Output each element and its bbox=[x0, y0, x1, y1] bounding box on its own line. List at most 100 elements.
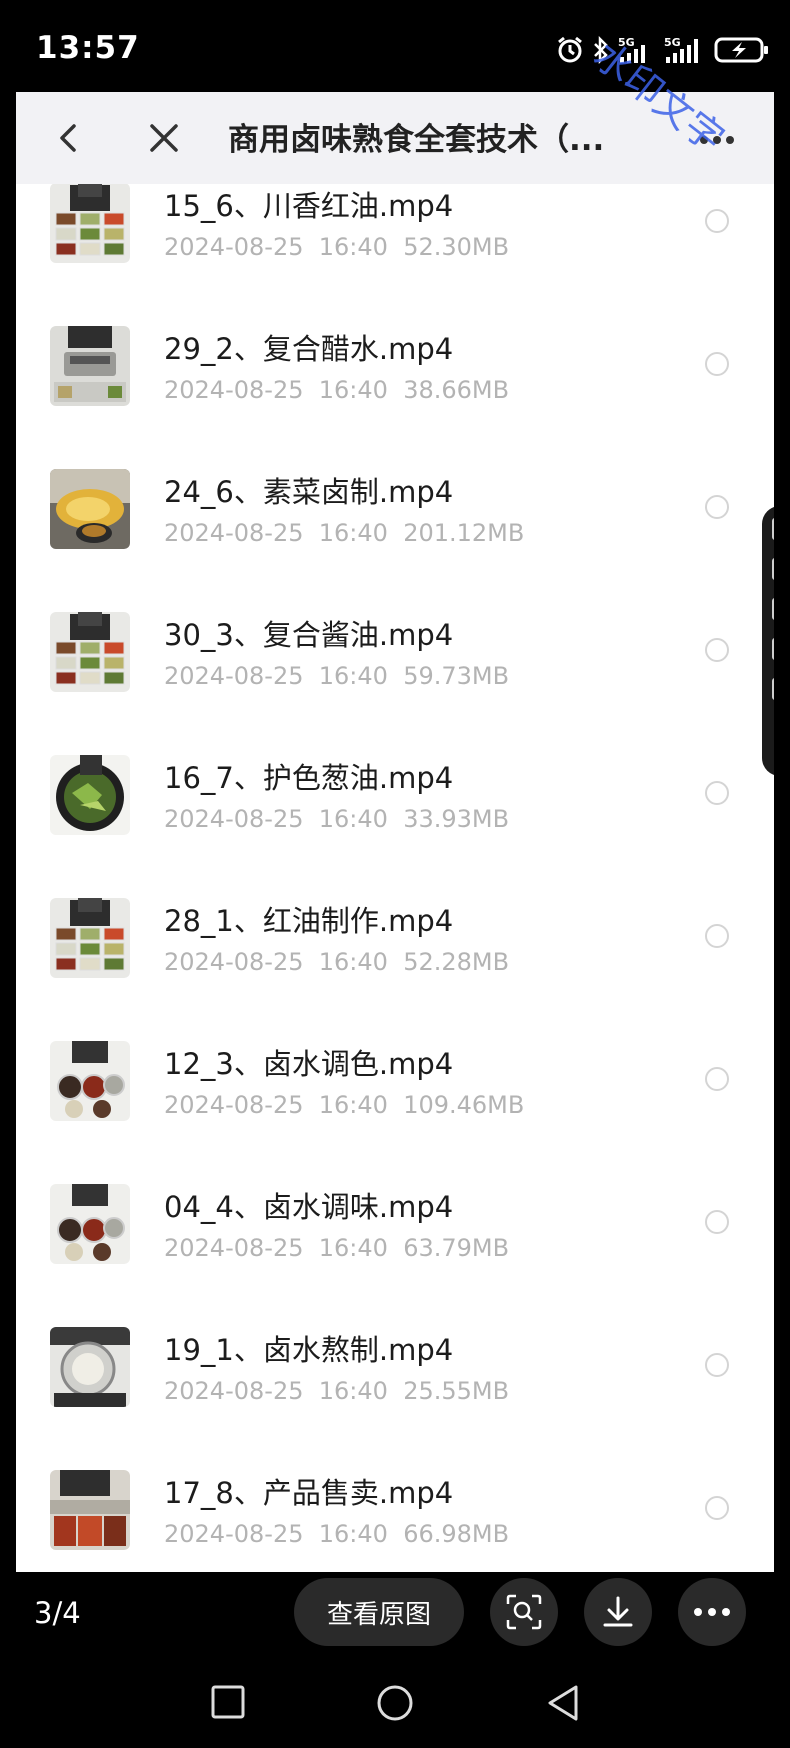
file-row[interactable]: 12_3、卤水调色.mp4 2024-08-25 16:40 109.46MB bbox=[16, 1027, 774, 1170]
select-radio[interactable] bbox=[705, 209, 729, 233]
file-meta: 2024-08-25 16:40 109.46MB bbox=[164, 1091, 524, 1119]
search-image-icon bbox=[506, 1594, 542, 1630]
file-row[interactable]: 19_1、卤水熬制.mp4 2024-08-25 16:40 25.55MB bbox=[16, 1313, 774, 1456]
file-meta: 2024-08-25 16:40 66.98MB bbox=[164, 1520, 509, 1548]
select-radio[interactable] bbox=[705, 495, 729, 519]
select-radio[interactable] bbox=[705, 1210, 729, 1234]
file-name: 19_1、卤水熬制.mp4 bbox=[164, 1333, 454, 1367]
file-meta: 2024-08-25 16:40 38.66MB bbox=[164, 376, 509, 404]
video-thumbnail bbox=[50, 469, 130, 549]
file-size: 33.93MB bbox=[403, 805, 510, 833]
file-meta: 2024-08-25 16:40 52.28MB bbox=[164, 948, 509, 976]
file-size: 59.73MB bbox=[403, 662, 510, 690]
video-thumbnail bbox=[50, 898, 130, 978]
file-name: 16_7、护色葱油.mp4 bbox=[164, 761, 454, 795]
select-radio[interactable] bbox=[705, 924, 729, 948]
file-row[interactable]: 30_3、复合酱油.mp4 2024-08-25 16:40 59.73MB bbox=[16, 598, 774, 741]
svg-text:5G: 5G bbox=[664, 36, 681, 49]
video-thumbnail bbox=[50, 612, 130, 692]
system-navigation-bar bbox=[0, 1662, 790, 1748]
download-button[interactable] bbox=[584, 1578, 652, 1646]
video-thumbnail bbox=[50, 184, 130, 263]
file-meta: 2024-08-25 16:40 201.12MB bbox=[164, 519, 524, 547]
view-original-button[interactable]: 查看原图 bbox=[294, 1578, 464, 1646]
select-radio[interactable] bbox=[705, 352, 729, 376]
battery-charging-icon bbox=[714, 37, 768, 63]
file-date: 2024-08-25 bbox=[164, 948, 304, 976]
file-row[interactable]: 28_1、红油制作.mp4 2024-08-25 16:40 52.28MB bbox=[16, 884, 774, 1027]
video-thumbnail bbox=[50, 326, 130, 406]
floating-side-panel[interactable] bbox=[762, 506, 774, 776]
home-circle-icon[interactable] bbox=[376, 1684, 414, 1722]
file-name: 17_8、产品售卖.mp4 bbox=[164, 1476, 454, 1510]
file-name: 29_2、复合醋水.mp4 bbox=[164, 332, 454, 366]
video-thumbnail bbox=[50, 1184, 130, 1264]
select-radio[interactable] bbox=[705, 781, 729, 805]
file-time: 16:40 bbox=[318, 948, 388, 976]
video-thumbnail bbox=[50, 755, 130, 835]
file-name: 04_4、卤水调味.mp4 bbox=[164, 1190, 454, 1224]
clock: 13:57 bbox=[36, 30, 140, 66]
video-thumbnail bbox=[50, 1327, 130, 1407]
file-name: 12_3、卤水调色.mp4 bbox=[164, 1047, 454, 1081]
image-counter: 3/4 bbox=[34, 1596, 81, 1630]
select-radio[interactable] bbox=[705, 1496, 729, 1520]
file-time: 16:40 bbox=[318, 1234, 388, 1262]
file-time: 16:40 bbox=[318, 662, 388, 690]
close-icon[interactable] bbox=[144, 118, 184, 158]
download-icon bbox=[603, 1596, 633, 1627]
file-time: 16:40 bbox=[318, 1091, 388, 1119]
file-size: 201.12MB bbox=[403, 519, 525, 547]
file-size: 66.98MB bbox=[403, 1520, 510, 1548]
file-date: 2024-08-25 bbox=[164, 805, 304, 833]
file-size: 38.66MB bbox=[403, 376, 510, 404]
select-radio[interactable] bbox=[705, 638, 729, 662]
side-panel-thumb bbox=[772, 678, 774, 700]
chevron-left-icon[interactable] bbox=[50, 118, 90, 158]
side-panel-thumb bbox=[772, 558, 774, 580]
file-row[interactable]: 15_6、川香红油.mp4 2024-08-25 16:40 52.30MB bbox=[16, 184, 774, 312]
file-time: 16:40 bbox=[318, 233, 388, 261]
file-meta: 2024-08-25 16:40 63.79MB bbox=[164, 1234, 509, 1262]
back-triangle-icon[interactable] bbox=[546, 1684, 580, 1722]
file-date: 2024-08-25 bbox=[164, 1234, 304, 1262]
file-row[interactable]: 24_6、素菜卤制.mp4 2024-08-25 16:40 201.12MB bbox=[16, 455, 774, 598]
file-time: 16:40 bbox=[318, 376, 388, 404]
file-time: 16:40 bbox=[318, 1520, 388, 1548]
alarm-icon bbox=[558, 36, 582, 63]
select-radio[interactable] bbox=[705, 1353, 729, 1377]
search-image-button[interactable] bbox=[490, 1578, 558, 1646]
file-size: 52.30MB bbox=[403, 233, 510, 261]
page-title: 商用卤味熟食全套技术（... bbox=[228, 122, 605, 158]
signal-5g-icon: 5G bbox=[664, 36, 698, 63]
file-size: 63.79MB bbox=[403, 1234, 510, 1262]
file-size: 25.55MB bbox=[403, 1377, 510, 1405]
file-list: 15_6、川香红油.mp4 2024-08-25 16:40 52.30MB 29_… bbox=[16, 184, 774, 1572]
screenshot-panel: 商用卤味熟食全套技术（... 15_6、川香红油.mp4 2024-08-25 1… bbox=[16, 92, 774, 1572]
file-meta: 2024-08-25 16:40 33.93MB bbox=[164, 805, 509, 833]
video-thumbnail bbox=[50, 1470, 130, 1550]
file-size: 52.28MB bbox=[403, 948, 510, 976]
side-panel-thumb bbox=[772, 518, 774, 540]
file-meta: 2024-08-25 16:40 52.30MB bbox=[164, 233, 509, 261]
file-date: 2024-08-25 bbox=[164, 1091, 304, 1119]
recents-square-icon[interactable] bbox=[210, 1684, 246, 1720]
file-date: 2024-08-25 bbox=[164, 233, 304, 261]
file-name: 28_1、红油制作.mp4 bbox=[164, 904, 454, 938]
file-row[interactable]: 04_4、卤水调味.mp4 2024-08-25 16:40 63.79MB bbox=[16, 1170, 774, 1313]
select-radio[interactable] bbox=[705, 1067, 729, 1091]
file-name: 30_3、复合酱油.mp4 bbox=[164, 618, 454, 652]
file-time: 16:40 bbox=[318, 1377, 388, 1405]
file-meta: 2024-08-25 16:40 59.73MB bbox=[164, 662, 509, 690]
file-row[interactable]: 17_8、产品售卖.mp4 2024-08-25 16:40 66.98MB bbox=[16, 1456, 774, 1572]
more-button[interactable] bbox=[678, 1578, 746, 1646]
file-date: 2024-08-25 bbox=[164, 376, 304, 404]
file-date: 2024-08-25 bbox=[164, 1520, 304, 1548]
file-size: 109.46MB bbox=[403, 1091, 525, 1119]
file-row[interactable]: 16_7、护色葱油.mp4 2024-08-25 16:40 33.93MB bbox=[16, 741, 774, 884]
video-thumbnail bbox=[50, 1041, 130, 1121]
file-name: 15_6、川香红油.mp4 bbox=[164, 189, 454, 223]
file-time: 16:40 bbox=[318, 519, 388, 547]
more-dots-icon bbox=[694, 1608, 730, 1616]
file-row[interactable]: 29_2、复合醋水.mp4 2024-08-25 16:40 38.66MB bbox=[16, 312, 774, 455]
